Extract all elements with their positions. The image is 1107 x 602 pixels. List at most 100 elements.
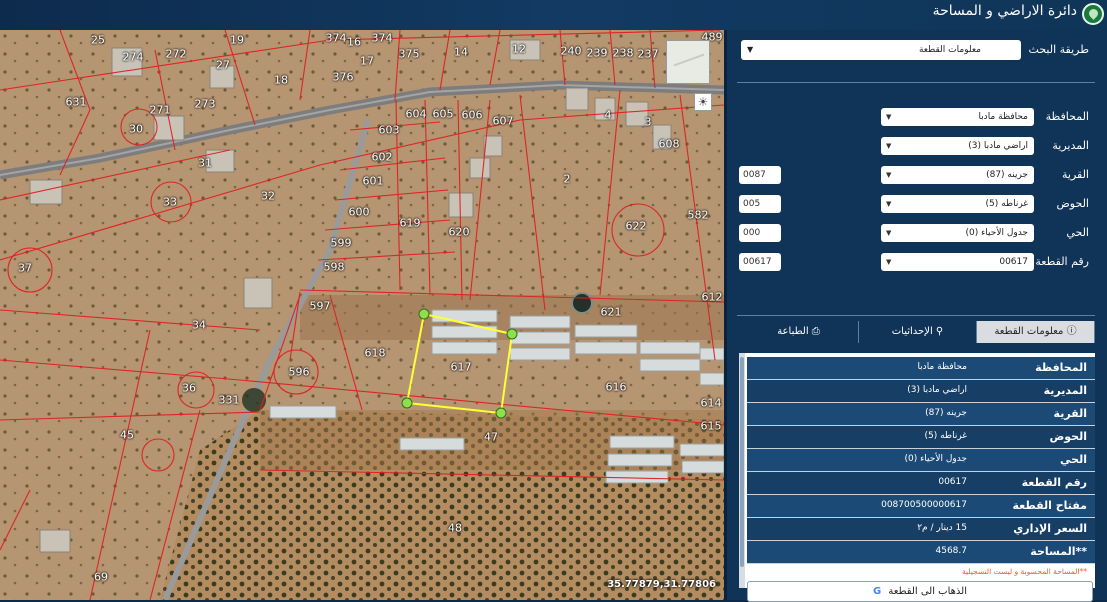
info-value: اراضي مادبا (3) — [907, 385, 967, 395]
parcel-number-label: 331 — [218, 393, 240, 407]
parcel-info-table: المحافظة محافظة مادبا المديرية اراضي مادبا … — [739, 353, 1095, 588]
basemap-toggle[interactable] — [666, 40, 710, 84]
parcel-number-label: 19 — [230, 33, 244, 47]
search-method-value: معلومات القطعة — [918, 45, 981, 55]
info-value: 15 دينار / م٢ — [917, 523, 967, 533]
info-row: الحوض غرناطه (5) — [747, 426, 1095, 449]
info-value: جرينه (87) — [925, 408, 967, 418]
parcel-number-label: 619 — [399, 216, 421, 230]
info-value: غرناطه (5) — [924, 431, 967, 441]
parcel-number-label: 608 — [658, 137, 680, 151]
search-panel: معلومات القطعة ▼ طريقة البحث المحافظة محا… — [724, 30, 1107, 602]
field-select[interactable]: جرينه (87) ▼ — [881, 166, 1034, 184]
app-title: دائرة الاراضي و المساحة — [932, 3, 1077, 19]
logo-icon — [1082, 3, 1104, 25]
info-tabs: ⓘ معلومات القطعة ⚲ الإحداثيات ⎙ الطباعة — [739, 321, 1095, 343]
parcel-number-label: 602 — [371, 150, 393, 164]
locate-icon[interactable]: ☀ — [694, 93, 712, 111]
search-method-select[interactable]: معلومات القطعة ▼ — [741, 40, 1021, 60]
parcel-number-label: 612 — [701, 290, 723, 304]
parcel-number-label: 45 — [120, 428, 134, 442]
parcel-number-label: 32 — [261, 189, 275, 203]
parcel-number-label: 3 — [644, 115, 652, 129]
parcel-number-label: 33 — [163, 195, 177, 209]
divider — [737, 82, 1095, 83]
field-select[interactable]: 00617 ▼ — [881, 253, 1034, 271]
parcel-number-label: 4 — [604, 108, 612, 122]
info-key: مفتاح القطعة — [1012, 499, 1087, 512]
chevron-down-icon: ▼ — [886, 258, 892, 266]
parcel-number-label: 31 — [198, 156, 212, 170]
tab-coordinates[interactable]: ⚲ الإحداثيات — [859, 321, 977, 343]
map-view[interactable]: 25 274 272 19 374 16 374 375 14 12 240 239 238 237 489… — [0, 30, 724, 600]
pin-icon: ⚲ — [932, 326, 944, 337]
parcel-number-label: 47 — [484, 430, 498, 444]
info-key: رقم القطعة — [1021, 476, 1087, 489]
parcel-number-label: 606 — [461, 108, 483, 122]
chevron-down-icon: ▼ — [886, 113, 892, 121]
info-row: القرية جرينه (87) — [747, 403, 1095, 426]
chevron-down-icon: ▼ — [886, 171, 892, 179]
chevron-down-icon: ▼ — [747, 45, 754, 54]
field-label: الحوض — [1056, 197, 1090, 210]
parcel-number-label: 622 — [625, 219, 647, 233]
tab-print[interactable]: ⎙ الطباعة — [739, 321, 859, 343]
field-select-value: 00617 — [999, 257, 1028, 267]
field-select[interactable]: غرناطه (5) ▼ — [881, 195, 1034, 213]
parcel-number-label: 616 — [605, 380, 627, 394]
parcel-number-label: 615 — [700, 419, 722, 433]
tab-parcel-info[interactable]: ⓘ معلومات القطعة — [977, 321, 1095, 343]
parcel-number-label: 239 — [586, 46, 608, 60]
field-label: رقم القطعة — [1035, 255, 1089, 268]
parcel-number-label: 2 — [563, 172, 571, 186]
parcel-number-label: 607 — [492, 114, 514, 128]
tab-label: معلومات القطعة — [994, 326, 1064, 337]
goto-parcel-label: الذهاب الى القطعة — [888, 586, 967, 597]
parcel-number-label: 620 — [448, 225, 470, 239]
parcel-number-label: 36 — [182, 381, 196, 395]
parcel-number-label: 273 — [194, 97, 216, 111]
parcel-number-label: 238 — [612, 46, 634, 60]
parcel-number-label: 30 — [129, 122, 143, 136]
chevron-down-icon: ▼ — [886, 142, 892, 150]
parcel-number-label: 598 — [323, 260, 345, 274]
info-value: 008700500000617 — [881, 500, 967, 510]
field-select[interactable]: محافظة مادبا ▼ — [881, 108, 1034, 126]
field-select-value: غرناطه (5) — [985, 199, 1028, 209]
code-input[interactable]: 0087 — [739, 166, 781, 184]
parcel-number-label: 69 — [94, 570, 108, 584]
parcel-number-label: 603 — [378, 123, 400, 137]
parcel-number-label: 374 — [325, 31, 347, 45]
parcel-number-label: 374 — [371, 31, 393, 45]
parcel-number-label: 34 — [192, 318, 206, 332]
goto-parcel-button[interactable]: الذهاب الى القطعة G — [747, 581, 1093, 602]
google-icon: G — [872, 586, 882, 597]
parcel-number-label: 14 — [454, 45, 468, 59]
info-key: الحي — [1060, 453, 1087, 466]
parcel-number-label: 601 — [362, 174, 384, 188]
field-select-value: محافظة مادبا — [978, 112, 1028, 122]
parcel-number-label: 596 — [288, 365, 310, 379]
info-icon: ⓘ — [1063, 326, 1077, 337]
parcel-number-label: 25 — [91, 33, 105, 47]
info-key: **المساحة — [1030, 545, 1087, 558]
field-select[interactable]: جدول الأحياء (0) ▼ — [881, 224, 1034, 242]
field-select[interactable]: اراضي مادبا (3) ▼ — [881, 137, 1034, 155]
area-note: **المساحة المحسوبة و ليست التسجيلية — [961, 567, 1087, 576]
info-row: السعر الإداري 15 دينار / م٢ — [747, 518, 1095, 541]
tab-label: الطباعة — [777, 326, 809, 337]
info-row: المديرية اراضي مادبا (3) — [747, 380, 1095, 403]
print-icon: ⎙ — [808, 326, 820, 337]
code-input[interactable]: 005 — [739, 195, 781, 213]
code-input[interactable]: 00617 — [739, 253, 781, 271]
info-row: **المساحة 4568.7 — [747, 541, 1095, 564]
divider — [737, 315, 1095, 316]
info-value: محافظة مادبا — [917, 362, 967, 372]
parcel-number-label: 597 — [309, 299, 331, 313]
search-method-label: طريقة البحث — [1028, 43, 1089, 56]
info-scrollbar[interactable] — [739, 353, 745, 588]
info-key: الحوض — [1049, 430, 1087, 443]
code-input[interactable]: 000 — [739, 224, 781, 242]
field-label: القرية — [1061, 168, 1089, 181]
parcel-number-label: 599 — [330, 236, 352, 250]
